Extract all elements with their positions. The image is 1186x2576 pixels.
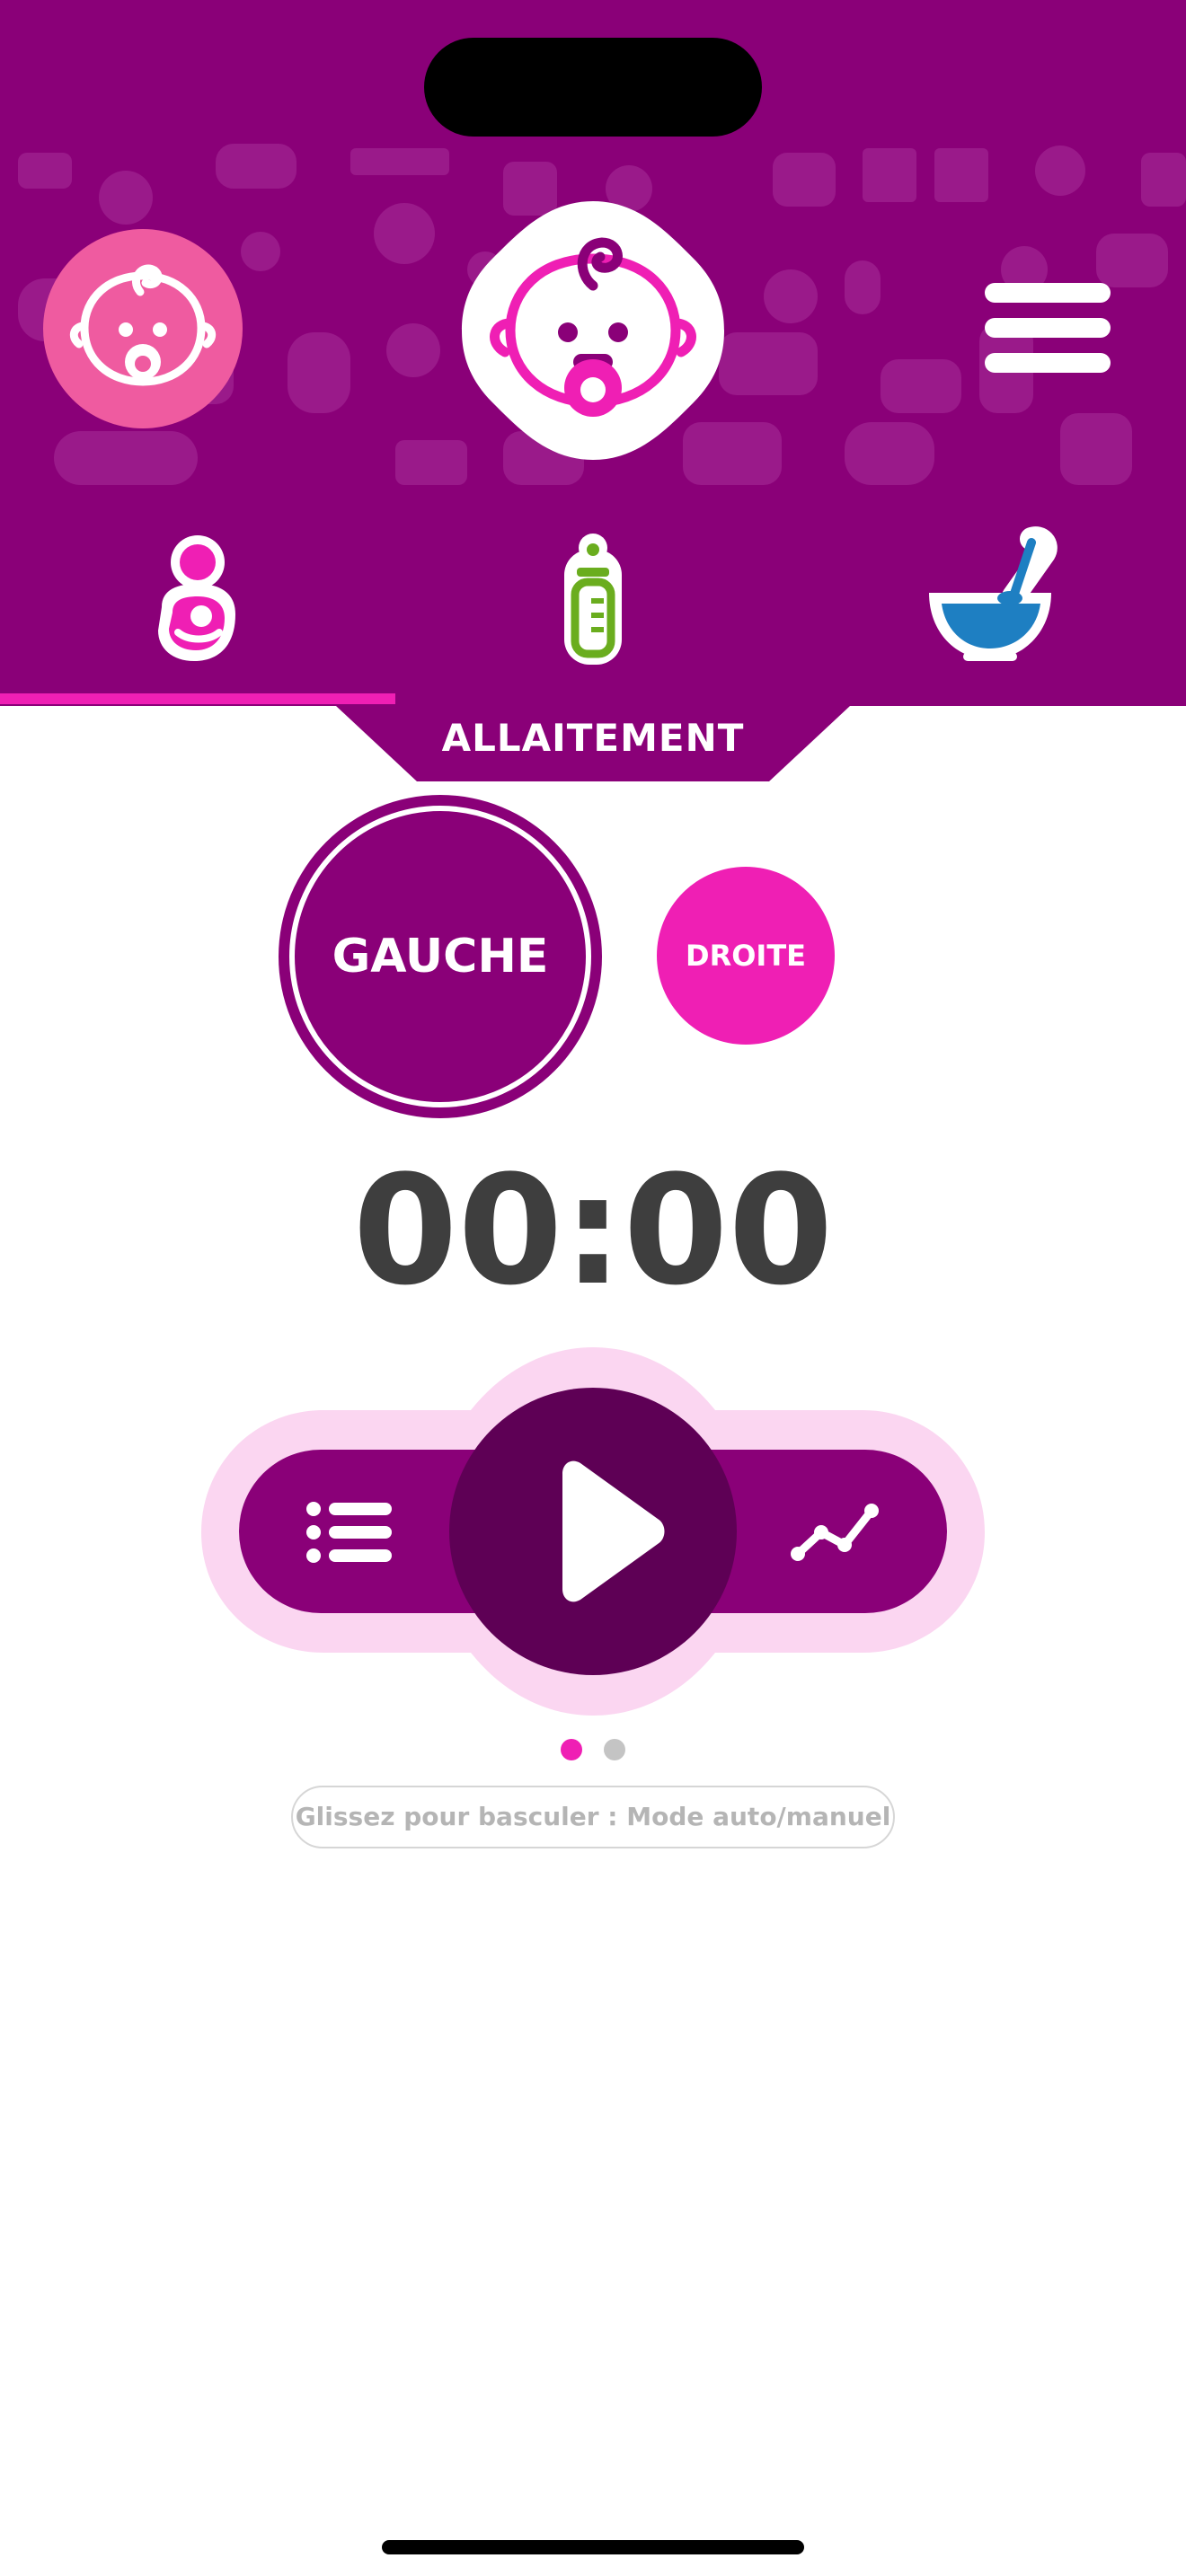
breastfeeding-icon — [158, 535, 235, 661]
timer-controls — [201, 1347, 985, 1716]
menu-bar — [985, 353, 1111, 373]
hamburger-menu-button[interactable] — [985, 283, 1111, 373]
left-side-label: GAUCHE — [332, 930, 549, 984]
app-header — [0, 0, 1186, 706]
play-button[interactable] — [449, 1388, 737, 1675]
play-icon — [562, 1460, 665, 1602]
menu-bar — [985, 283, 1111, 303]
right-side-button[interactable]: DROITE — [657, 867, 835, 1045]
baby-profile-button[interactable] — [43, 229, 243, 428]
list-icon — [306, 1502, 392, 1563]
app-logo — [458, 196, 728, 465]
home-indicator[interactable] — [382, 2540, 804, 2554]
mode-switch-hint: Glissez pour basculer : Mode auto/manuel — [291, 1786, 895, 1848]
tab-food[interactable] — [791, 526, 1186, 706]
tab-bottle[interactable] — [395, 526, 791, 706]
stats-chart-button[interactable] — [785, 1491, 884, 1572]
page-dot[interactable] — [604, 1739, 625, 1760]
active-tab-indicator — [0, 693, 395, 704]
timer-display: 00:00 — [352, 1142, 834, 1319]
section-title: ALLAITEMENT — [441, 716, 745, 760]
baby-logo-icon — [462, 201, 724, 460]
chart-line-icon — [791, 1504, 879, 1561]
food-bowl-icon — [929, 526, 1058, 661]
history-list-button[interactable] — [300, 1491, 399, 1572]
baby-bottle-icon — [564, 534, 622, 665]
dynamic-island — [424, 38, 762, 137]
menu-bar — [985, 318, 1111, 338]
page-dot-active[interactable] — [561, 1739, 582, 1760]
page-indicator — [0, 1739, 1186, 1766]
tab-breastfeeding[interactable] — [0, 526, 395, 706]
left-side-button[interactable]: GAUCHE — [279, 795, 602, 1118]
baby-face-icon — [69, 264, 217, 386]
